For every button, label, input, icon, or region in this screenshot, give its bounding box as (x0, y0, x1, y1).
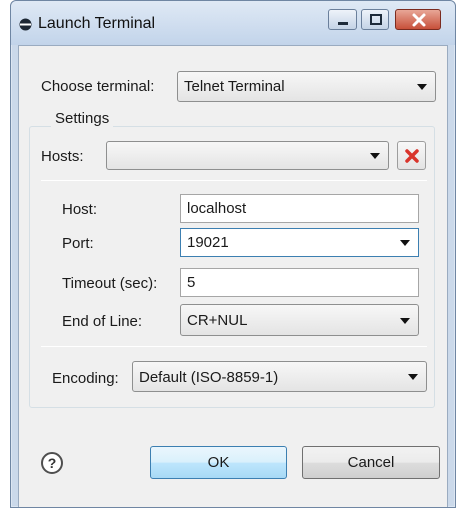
port-label: Port: (62, 235, 94, 252)
port-value: 19021 (187, 234, 229, 251)
maximize-icon (370, 14, 382, 25)
settings-separator-top (41, 180, 427, 181)
end-of-line-select[interactable]: CR+NUL (180, 304, 419, 336)
terminal-icon (19, 18, 32, 31)
hosts-select[interactable] (106, 141, 389, 170)
choose-terminal-label: Choose terminal: (41, 78, 155, 95)
chevron-down-icon (400, 240, 410, 246)
minimize-button[interactable] (328, 9, 357, 30)
title-bar[interactable]: Launch Terminal (11, 1, 455, 45)
maximize-button[interactable] (361, 9, 389, 30)
close-icon (412, 13, 426, 27)
timeout-value: 5 (187, 274, 196, 291)
help-icon[interactable]: ? (41, 452, 63, 474)
chevron-down-icon (370, 153, 380, 159)
end-of-line-label: End of Line: (62, 313, 143, 330)
delete-x-icon (405, 149, 419, 163)
port-combo[interactable]: 19021 (180, 228, 419, 257)
chevron-down-icon (400, 318, 410, 324)
hosts-label: Hosts: (41, 148, 84, 165)
encoding-select[interactable]: Default (ISO-8859-1) (132, 361, 427, 392)
settings-group-title: Settings (51, 110, 114, 127)
encoding-label: Encoding: (52, 370, 119, 387)
minimize-icon (338, 22, 348, 25)
settings-separator-bottom (41, 346, 427, 347)
timeout-input[interactable]: 5 (180, 268, 419, 297)
delete-host-button[interactable] (397, 141, 426, 170)
terminal-type-select[interactable]: Telnet Terminal (177, 71, 436, 102)
host-label: Host: (62, 201, 98, 218)
close-window-button[interactable] (395, 9, 441, 30)
window-title: Launch Terminal (38, 15, 156, 32)
timeout-label: Timeout (sec): (62, 275, 158, 292)
encoding-value: Default (ISO-8859-1) (139, 369, 279, 386)
terminal-type-value: Telnet Terminal (184, 78, 285, 95)
host-input[interactable]: localhost (180, 194, 419, 223)
chevron-down-icon (408, 374, 418, 380)
chevron-down-icon (417, 84, 427, 90)
cancel-button[interactable]: Cancel (302, 446, 440, 479)
host-value: localhost (187, 200, 247, 217)
ok-button[interactable]: OK (150, 446, 287, 479)
end-of-line-value: CR+NUL (187, 312, 248, 329)
